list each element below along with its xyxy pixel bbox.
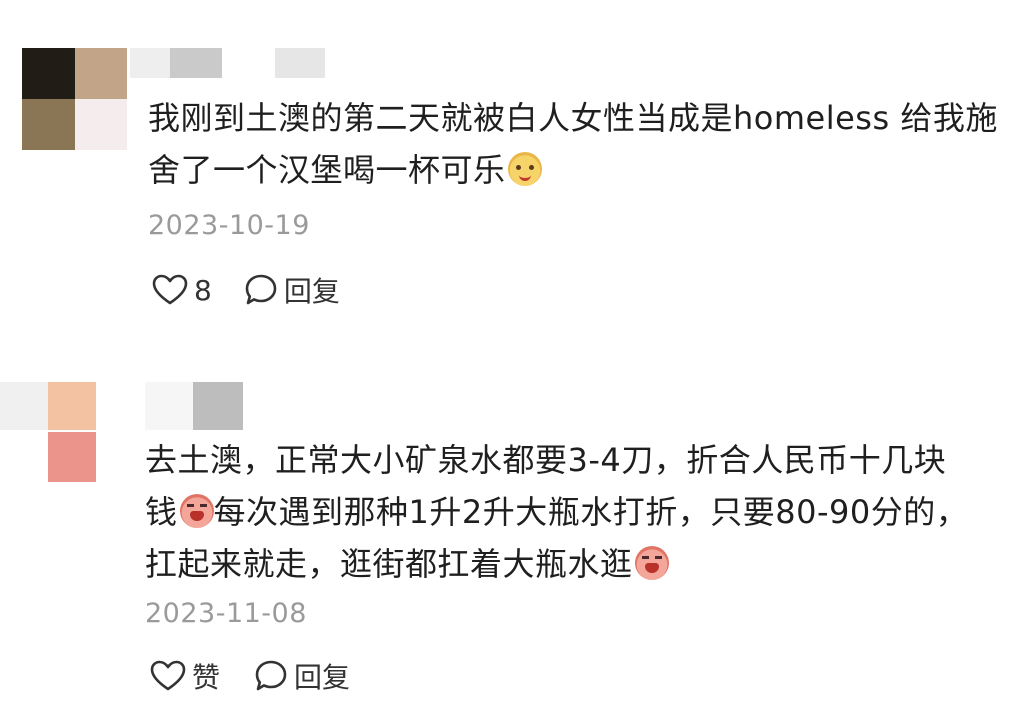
comment-1: 我刚到土澳的第二天就被白人女性当成是homeless 给我施舍了一个汉堡喝一杯可… — [0, 0, 1024, 360]
comment-body: 我刚到土澳的第二天就被白人女性当成是homeless 给我施舍了一个汉堡喝一杯可… — [148, 99, 998, 189]
reply-label: 回复 — [294, 661, 351, 694]
avatar-tile — [0, 382, 48, 430]
avatar-tile — [75, 99, 127, 150]
avatar-tile — [48, 432, 96, 482]
comment-text: 去土澳，正常大小矿泉水都要3-4刀，折合人民币十几块钱 每次遇到那种1升2升大瓶水… — [145, 434, 975, 590]
like-button[interactable]: 8 — [152, 274, 212, 307]
comment-actions: 8 回复 — [152, 270, 340, 310]
avatar-tile — [48, 382, 96, 430]
heart-icon — [152, 274, 188, 305]
crying-face-emoji-icon — [634, 546, 669, 580]
avatar-tile — [75, 48, 127, 99]
username-censored[interactable] — [145, 382, 255, 430]
reply-button[interactable]: 回复 — [254, 656, 350, 696]
reply-button[interactable]: 回复 — [244, 270, 340, 310]
avatar[interactable] — [22, 48, 127, 150]
username-tile — [145, 382, 193, 430]
comment-body-part-2: 每次遇到那种1升2升大瓶水打折，只要80-90分的，扛起来就走，逛街都扛着大瓶水… — [145, 493, 969, 583]
reply-label: 回复 — [283, 275, 340, 308]
username-tile — [193, 382, 243, 430]
speech-bubble-icon — [255, 660, 287, 691]
avatar-tile — [22, 99, 75, 150]
comment-text: 我刚到土澳的第二天就被白人女性当成是homeless 给我施舍了一个汉堡喝一杯可… — [148, 92, 1008, 196]
username-tile — [275, 48, 325, 78]
username-censored[interactable] — [130, 48, 350, 78]
username-tile — [130, 48, 170, 78]
comment-actions: 赞 回复 — [150, 656, 350, 696]
crying-face-emoji-icon — [179, 494, 214, 528]
like-label: 赞 — [192, 661, 221, 694]
comment-date: 2023-10-19 — [148, 210, 310, 241]
comment-2: 去土澳，正常大小矿泉水都要3-4刀，折合人民币十几块钱 每次遇到那种1升2升大瓶水… — [0, 360, 1024, 720]
avatar[interactable] — [0, 382, 98, 482]
smiling-fruit-emoji-icon — [507, 152, 542, 186]
like-count: 8 — [194, 273, 212, 307]
comment-date: 2023-11-08 — [145, 598, 307, 629]
speech-bubble-icon — [245, 274, 277, 305]
username-tile — [170, 48, 222, 78]
avatar-tile — [22, 48, 75, 99]
heart-icon — [150, 660, 186, 691]
like-button[interactable]: 赞 — [150, 656, 220, 696]
